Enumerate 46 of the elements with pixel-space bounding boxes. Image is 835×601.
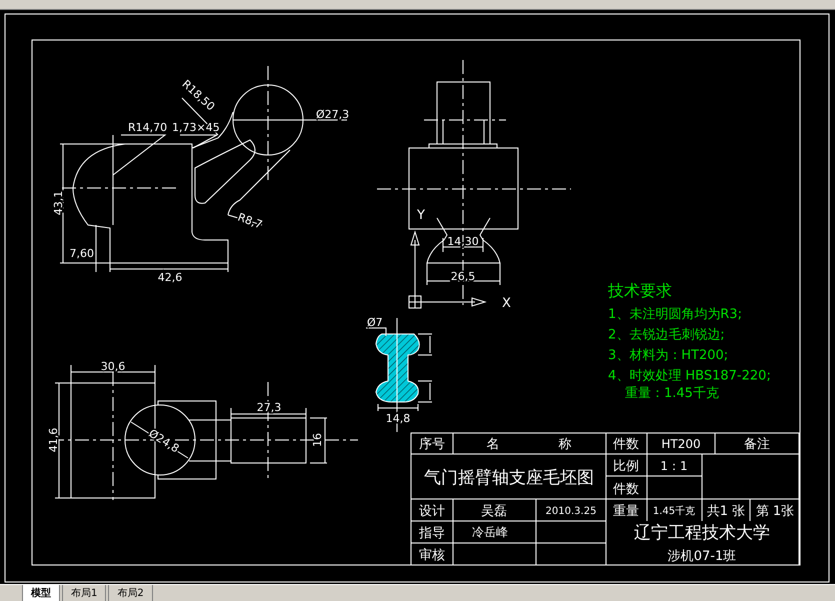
title-block-text: 备注	[744, 437, 770, 452]
layout-tab[interactable]: 布局1	[62, 585, 106, 601]
axis-label: X	[502, 296, 511, 311]
title-block-text: 1：1	[660, 459, 688, 473]
dimension-label: Ø27,3	[316, 108, 350, 121]
title-block-text: 重量	[613, 504, 639, 519]
requirement-line: 2、去锐边毛刺锐边;	[608, 328, 725, 342]
dimension-label: 27,3	[256, 401, 282, 414]
dimension-label: Ø7	[367, 316, 383, 329]
layout-tab[interactable]: 模型	[22, 585, 60, 601]
title-block-text: 气门摇臂轴支座毛坯图	[424, 468, 594, 488]
title-block-text: HT200	[661, 437, 701, 451]
title-block-text: 设计	[419, 504, 445, 519]
title-block-text: 共1 张	[706, 504, 746, 519]
title-block-text: 审核	[419, 548, 445, 563]
dimension-label: 30,6	[100, 360, 126, 373]
dimension-label: 16	[311, 433, 324, 447]
dimension-label: 7,60	[70, 247, 94, 260]
requirement-line: 1、未注明圆角均为R3;	[608, 307, 742, 322]
title-block-text: 件数	[613, 482, 639, 497]
title-block-text: 名	[486, 437, 500, 452]
title-block-text: 指导	[419, 526, 445, 541]
requirement-line: 4、时效处理 HBS187-220;	[608, 368, 771, 384]
title-block-text: 吴磊	[481, 504, 507, 519]
requirement-line: 重量：1.45千克	[625, 386, 719, 401]
dimension-label: R8,7	[236, 210, 264, 232]
dimension-label: 43,1	[52, 190, 65, 216]
title-block-text: 1.45千克	[652, 506, 696, 517]
dimension-label: R14,70	[128, 121, 168, 134]
title-block-text: 件数	[613, 437, 639, 452]
axis-label: Y	[417, 208, 425, 223]
layout-tab[interactable]: 布局2	[108, 585, 153, 601]
ucs-axis-icon	[408, 230, 487, 308]
dimension-label: 41,6	[47, 428, 60, 452]
title-block-text: 冷岳峰	[472, 525, 508, 539]
title-block-text: 辽宁工程技术大学	[634, 523, 770, 543]
title-block-text: 比例	[613, 459, 639, 474]
title-block-text: 序号	[419, 437, 445, 452]
title-block-text: 第 1张	[756, 504, 794, 519]
requirement-line: 3、材料为：HT200;	[608, 348, 728, 363]
dimension-label: 26,5	[450, 270, 476, 283]
title-block-text: 涉机07-1班	[668, 549, 736, 564]
dimension-label: 42,6	[158, 271, 182, 284]
requirements-title: 技术要求	[608, 281, 672, 300]
title-block-text: 2010.3.25	[546, 506, 596, 517]
title-block-text: 称	[558, 437, 572, 452]
